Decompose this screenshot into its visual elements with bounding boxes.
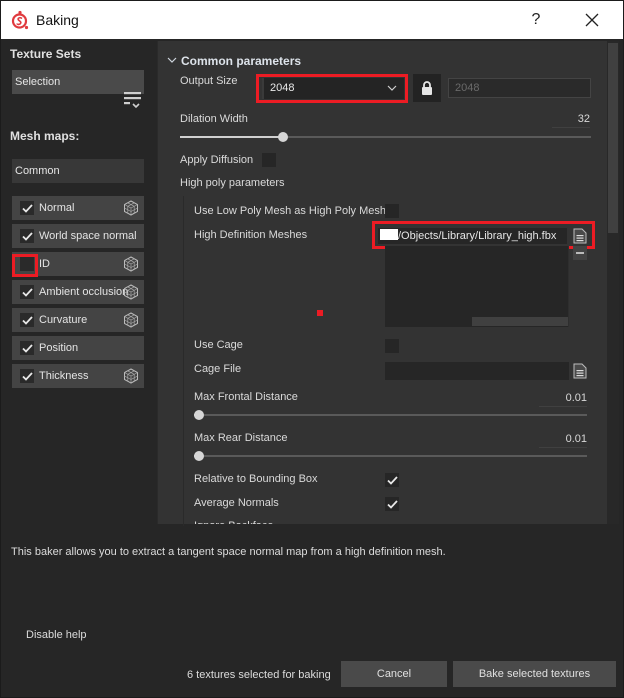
max-rear-value[interactable]: 0.01	[539, 433, 587, 448]
hd-mesh-highlight-box	[372, 221, 595, 249]
disable-help-button[interactable]: Disable help	[26, 629, 87, 641]
cage-file-label: Cage File	[194, 363, 242, 375]
mesh-map-checkbox[interactable]	[20, 369, 34, 383]
mesh-map-label: Thickness	[39, 370, 89, 382]
checkmark-icon	[386, 475, 398, 485]
mesh-map-label: ID	[39, 258, 50, 270]
title-bar: Baking ?	[1, 1, 623, 39]
apply-diffusion-label: Apply Diffusion	[180, 154, 254, 166]
mesh-map-item[interactable]: Curvature	[12, 308, 144, 332]
mesh-map-checkbox[interactable]	[20, 201, 34, 215]
checkmark-icon	[386, 499, 398, 509]
checkmark-icon	[21, 343, 33, 353]
cube-settings-icon[interactable]	[123, 284, 139, 300]
dilation-width-slider-fill	[180, 136, 283, 138]
dilation-width-value[interactable]: 32	[552, 113, 590, 128]
mesh-map-checkbox[interactable]	[20, 341, 34, 355]
max-frontal-slider-knob[interactable]	[194, 410, 204, 420]
dilation-width-label: Dilation Width	[180, 113, 248, 125]
cube-settings-icon[interactable]	[123, 368, 139, 384]
group-divider	[183, 196, 184, 526]
checkmark-icon	[21, 231, 33, 241]
mesh-map-item[interactable]: Normal	[12, 196, 144, 220]
filter-list-icon[interactable]	[122, 89, 144, 111]
output-size-highlight-box	[256, 74, 408, 103]
checkmark-icon	[21, 315, 33, 325]
mesh-map-item[interactable]: Ambient occlusion	[12, 280, 144, 304]
ignore-backface-label: Ignore Backface	[194, 520, 274, 524]
max-rear-slider-track[interactable]	[194, 455, 587, 457]
texture-sets-label: Texture Sets	[10, 47, 82, 61]
mesh-map-label: Ambient occlusion	[39, 286, 129, 298]
max-frontal-slider-track[interactable]	[194, 414, 587, 416]
bake-selected-textures-button[interactable]: Bake selected textures	[453, 661, 616, 687]
relative-bbox-label: Relative to Bounding Box	[194, 473, 318, 485]
mesh-map-label: World space normal	[39, 230, 137, 242]
max-frontal-value[interactable]: 0.01	[539, 392, 587, 407]
mesh-map-label: Curvature	[39, 314, 88, 326]
mesh-map-item[interactable]: World space normal	[12, 224, 144, 248]
mesh-map-label: Normal	[39, 202, 75, 214]
clipped-row: Ignore Backface	[157, 519, 607, 524]
cage-file-field[interactable]	[385, 362, 569, 380]
hd-meshes-label: High Definition Meshes	[194, 229, 308, 241]
mesh-maps-label: Mesh maps:	[10, 129, 80, 143]
use-low-poly-label: Use Low Poly Mesh as High Poly Mesh	[194, 205, 386, 217]
cube-settings-icon[interactable]	[123, 312, 139, 328]
cancel-button[interactable]: Cancel	[341, 661, 447, 687]
max-rear-label: Max Rear Distance	[194, 432, 288, 444]
common-parameters-header[interactable]: Common parameters	[181, 54, 301, 68]
max-frontal-label: Max Frontal Distance	[194, 391, 298, 403]
close-icon[interactable]	[581, 9, 603, 31]
mesh-map-label: Position	[39, 342, 79, 354]
checkmark-icon	[21, 287, 33, 297]
baking-dialog: Baking ? Texture Sets Selection Mesh map…	[0, 0, 624, 698]
parameters-scrollbar-thumb[interactable]	[608, 43, 618, 233]
use-low-poly-checkbox[interactable]	[385, 204, 399, 218]
chevron-down-icon[interactable]	[167, 55, 177, 65]
average-normals-checkbox[interactable]	[385, 497, 399, 511]
output-size-linked-input[interactable]: 2048	[448, 78, 591, 98]
selected-count-text: 6 textures selected for baking	[187, 669, 331, 681]
hd-mesh-list-scrollbar[interactable]	[472, 317, 568, 326]
cube-settings-icon[interactable]	[123, 200, 139, 216]
relative-bbox-checkbox[interactable]	[385, 473, 399, 487]
lock-ratio-button[interactable]	[413, 74, 441, 102]
remove-mesh-button[interactable]	[573, 246, 587, 260]
max-rear-slider-knob[interactable]	[194, 451, 204, 461]
dilation-width-slider-knob[interactable]	[277, 132, 288, 142]
help-description: This baker allows you to extract a tange…	[11, 546, 446, 558]
red-marker	[317, 310, 323, 316]
hd-mesh-list[interactable]	[385, 246, 569, 327]
use-cage-label: Use Cage	[194, 339, 243, 351]
cube-settings-icon[interactable]	[123, 256, 139, 272]
mesh-map-checkbox[interactable]	[20, 313, 34, 327]
checkmark-icon	[21, 203, 33, 213]
mesh-maps-group[interactable]: Common	[12, 159, 144, 183]
mesh-map-item[interactable]: Position	[12, 336, 144, 360]
mesh-map-checkbox[interactable]	[20, 285, 34, 299]
apply-diffusion-checkbox[interactable]	[262, 153, 276, 167]
lock-icon	[422, 81, 432, 95]
file-browse-icon[interactable]	[573, 363, 587, 379]
help-button[interactable]: ?	[526, 9, 546, 31]
mesh-map-item[interactable]: Thickness	[12, 364, 144, 388]
window-title: Baking	[36, 12, 79, 28]
id-highlight-box	[12, 254, 38, 277]
use-cage-checkbox[interactable]	[385, 339, 399, 353]
output-size-label: Output Size	[180, 75, 238, 87]
checkmark-icon	[21, 371, 33, 381]
high-poly-parameters-label: High poly parameters	[180, 177, 285, 189]
substance-logo-icon	[11, 10, 29, 30]
average-normals-label: Average Normals	[194, 497, 279, 509]
mesh-map-checkbox[interactable]	[20, 229, 34, 243]
